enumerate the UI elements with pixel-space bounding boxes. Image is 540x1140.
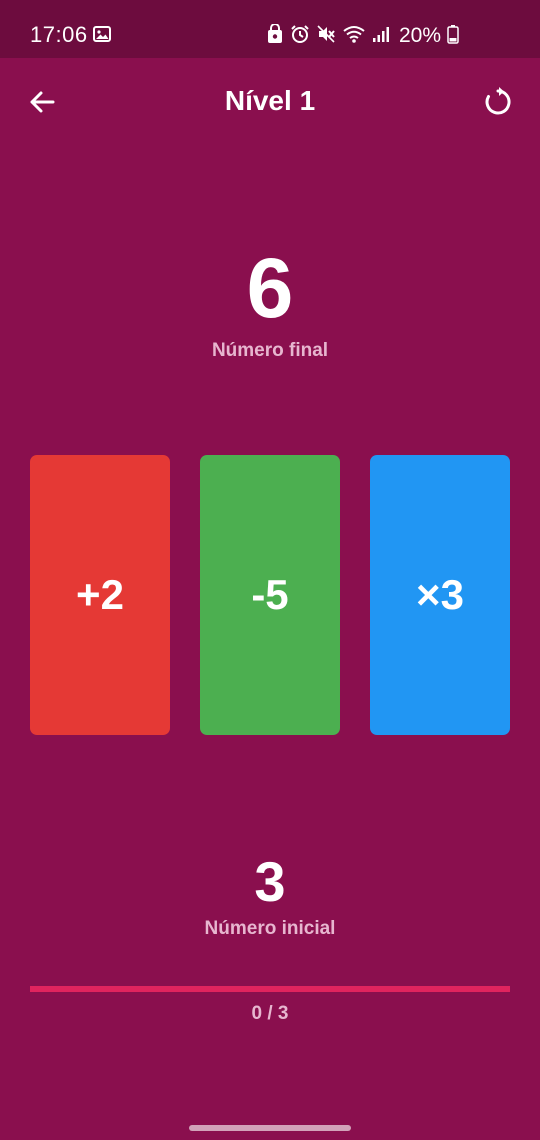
lock-bag-icon bbox=[266, 22, 284, 49]
signal-icon bbox=[372, 25, 390, 48]
reset-button[interactable] bbox=[482, 86, 514, 118]
card-label: -5 bbox=[251, 571, 289, 618]
status-time: 17:06 bbox=[30, 22, 88, 47]
mute-icon bbox=[316, 24, 336, 49]
progress-bar bbox=[30, 986, 510, 992]
image-icon bbox=[93, 26, 111, 47]
battery-icon bbox=[447, 24, 459, 49]
alarm-icon bbox=[290, 24, 310, 49]
page-title: Nível 1 bbox=[224, 85, 316, 116]
app-bar: Nível 1 bbox=[0, 58, 540, 146]
operation-card-subtract[interactable]: -5 bbox=[200, 455, 340, 735]
card-label: ×3 bbox=[416, 571, 464, 618]
final-number: 6 bbox=[246, 241, 294, 335]
initial-number-label: Número inicial bbox=[204, 918, 336, 939]
wifi-icon bbox=[342, 24, 366, 49]
status-bar: 17:06 20% bbox=[0, 0, 540, 58]
operation-card-multiply[interactable]: ×3 bbox=[370, 455, 510, 735]
battery-percent: 20% bbox=[399, 24, 442, 47]
final-number-label: Número final bbox=[211, 340, 329, 361]
status-icons: 20% bbox=[266, 22, 459, 49]
operation-card-add[interactable]: +2 bbox=[30, 455, 170, 735]
initial-number: 3 bbox=[254, 850, 286, 913]
progress-text: 0 / 3 bbox=[251, 1003, 289, 1024]
card-label: +2 bbox=[76, 571, 124, 618]
gesture-bar[interactable] bbox=[189, 1125, 351, 1131]
refresh-icon bbox=[485, 87, 511, 115]
